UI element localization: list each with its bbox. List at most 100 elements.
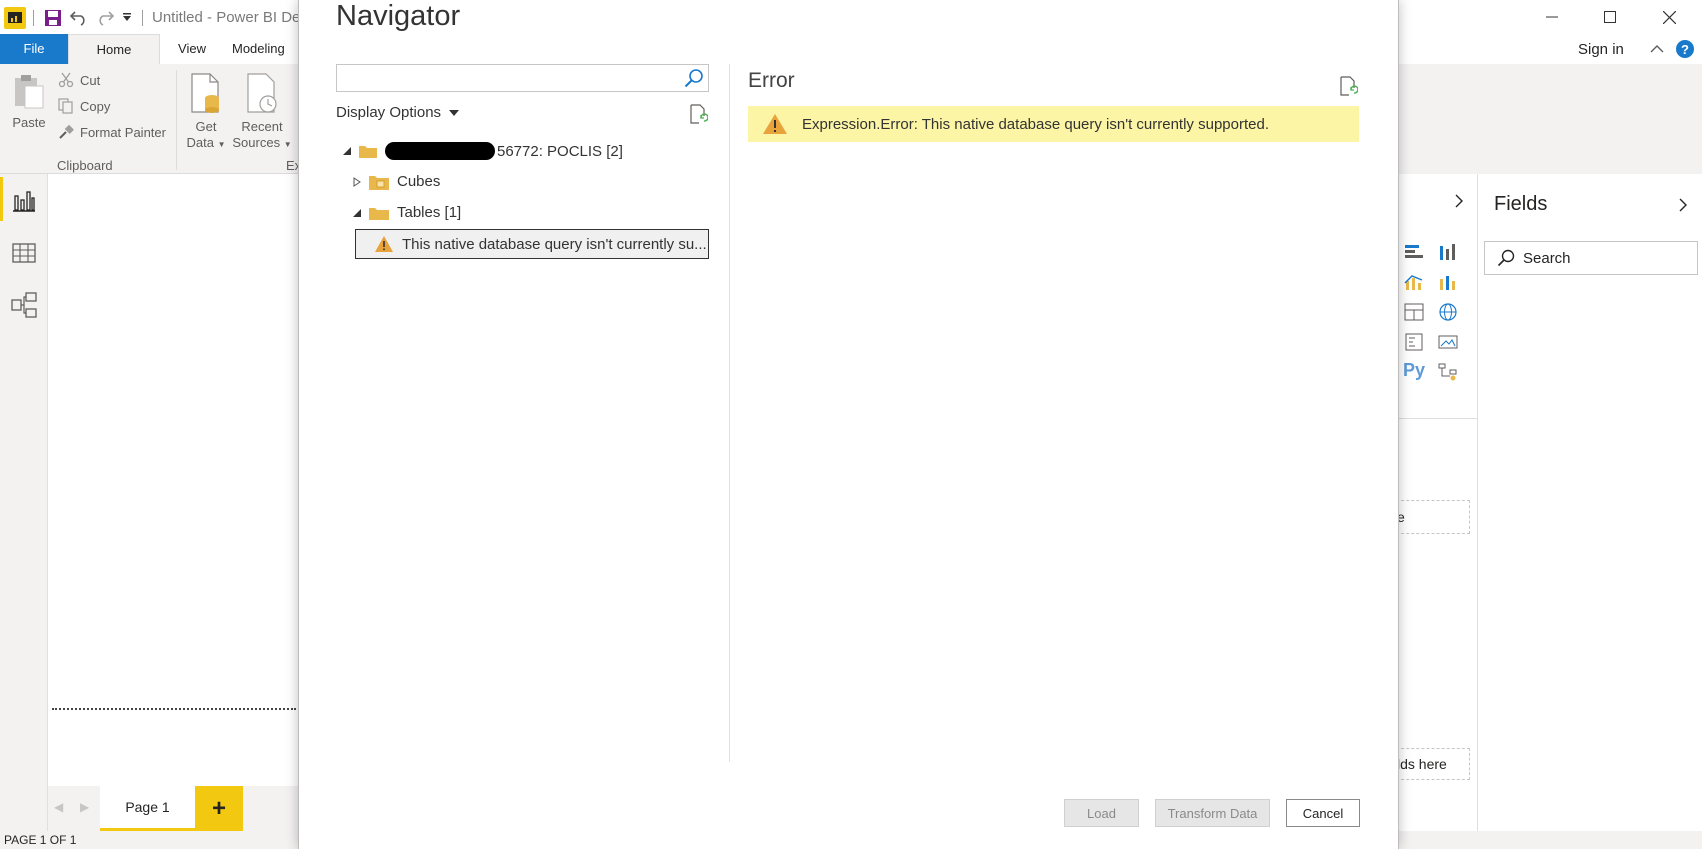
cancel-button[interactable]: Cancel [1286, 799, 1360, 827]
cut-button[interactable]: Cut [58, 72, 100, 88]
tree-root-node[interactable]: 56772: POCLIS [2] [343, 142, 623, 160]
refresh-preview-icon[interactable] [1340, 76, 1359, 99]
tab-file[interactable]: File [0, 34, 68, 64]
window-title: Untitled - Power BI De [152, 9, 301, 26]
sign-in-link[interactable]: Sign in [1578, 41, 1624, 58]
tree-selected-label: This native database query isn't current… [402, 235, 707, 253]
get-data-label-2: Data ▼ [186, 135, 226, 150]
tree-tables-label: Tables [1] [397, 204, 462, 221]
tab-view[interactable]: View [170, 34, 214, 64]
tree-selected-item[interactable]: This native database query isn't current… [355, 229, 709, 259]
model-icon [11, 292, 37, 318]
format-painter-button[interactable]: Format Painter [58, 124, 166, 140]
decomposition-tree-icon[interactable] [1437, 362, 1459, 382]
load-button[interactable]: Load [1064, 799, 1139, 827]
save-icon[interactable] [44, 9, 62, 27]
separator [33, 10, 34, 26]
visualizations-pane: Py e lds here [1396, 174, 1478, 831]
fields-pane-title: Fields [1494, 193, 1548, 215]
get-data-button[interactable]: Get Data ▼ [186, 72, 226, 153]
tab-modeling[interactable]: Modeling [232, 34, 302, 64]
dropdown-caret-icon: ▼ [217, 140, 226, 149]
maximize-icon [1604, 11, 1616, 23]
values-drop-zone[interactable]: e [1396, 500, 1470, 534]
minimize-button[interactable] [1523, 0, 1581, 34]
warning-icon [375, 236, 393, 252]
treemap-icon[interactable] [1403, 302, 1425, 322]
scissors-icon [58, 72, 74, 88]
expanded-caret-icon [343, 147, 351, 155]
collapsed-caret-icon [353, 176, 361, 187]
copy-button[interactable]: Copy [58, 98, 110, 114]
customize-toolbar-icon[interactable] [122, 12, 132, 22]
redacted-server-name [385, 142, 495, 160]
globe-map-icon[interactable] [1437, 302, 1459, 322]
model-view-button[interactable] [0, 280, 48, 330]
tree-cubes-label: Cubes [397, 173, 441, 190]
recent-sources-button[interactable]: Recent Sources ▼ [232, 72, 292, 153]
fields-search-placeholder: Search [1523, 249, 1571, 267]
redo-icon[interactable] [95, 8, 115, 26]
collapse-ribbon-icon[interactable] [1650, 42, 1664, 57]
display-options-dropdown[interactable]: Display Options [336, 104, 460, 121]
clipboard-icon [15, 75, 44, 109]
transform-data-button[interactable]: Transform Data [1155, 799, 1270, 827]
fields-search-input[interactable]: Search [1484, 241, 1698, 275]
undo-icon[interactable] [69, 8, 89, 26]
group-divider [176, 70, 177, 170]
image-visual-icon[interactable] [1437, 332, 1459, 352]
error-message: Expression.Error: This native database q… [802, 115, 1269, 133]
add-page-button[interactable]: + [195, 786, 243, 831]
dialog-title: Navigator [336, 0, 461, 32]
page-boundary [52, 708, 296, 710]
pane-divider [1398, 418, 1478, 419]
page-tab-1[interactable]: Page 1 [100, 786, 195, 831]
folder-icon [359, 146, 377, 158]
tab-home[interactable]: Home [68, 34, 160, 64]
tree-node-tables[interactable]: Tables [1] [353, 204, 461, 221]
drop-zone-label: lds here [1397, 756, 1447, 772]
cut-label: Cut [80, 72, 101, 88]
stacked-column-chart-icon[interactable] [1437, 242, 1459, 262]
report-canvas[interactable] [48, 174, 298, 786]
chevron-down-icon [449, 109, 460, 116]
collapse-fields-icon[interactable] [1678, 198, 1688, 215]
minimize-icon [1546, 16, 1558, 18]
recent-sources-icon [247, 73, 277, 113]
tree-node-cubes[interactable]: Cubes [353, 173, 440, 190]
report-view-button[interactable] [0, 176, 48, 226]
paste-button[interactable]: Paste [10, 72, 48, 131]
search-icon [1497, 249, 1515, 267]
warning-icon [763, 114, 787, 134]
recent-sources-label-1: Recent [241, 119, 283, 134]
multi-row-card-icon[interactable] [1403, 332, 1425, 352]
pane-divider [729, 64, 730, 762]
paste-label: Paste [12, 115, 46, 130]
collapse-visualizations-icon[interactable] [1454, 194, 1464, 211]
close-button[interactable] [1640, 0, 1698, 34]
ribbon-chart-icon[interactable] [1437, 272, 1459, 292]
paintbrush-icon [59, 124, 74, 139]
close-icon [1662, 10, 1676, 24]
format-painter-label: Format Painter [80, 124, 166, 140]
help-icon[interactable]: ? [1676, 40, 1694, 58]
data-view-button[interactable] [0, 228, 48, 278]
separator [142, 10, 143, 26]
refresh-icon[interactable] [690, 104, 709, 127]
line-and-column-chart-icon[interactable] [1403, 272, 1425, 292]
navigator-search-input[interactable] [336, 64, 709, 92]
copy-icon [58, 98, 73, 114]
navigator-dialog: Navigator Display Options 56772: POCLIS … [298, 0, 1399, 849]
cube-folder-icon [369, 175, 389, 190]
next-page-icon[interactable]: ▶ [80, 800, 89, 814]
bar-chart-icon [13, 191, 35, 212]
preview-error-title: Error [748, 69, 795, 92]
drillthrough-drop-zone[interactable]: lds here [1396, 748, 1470, 780]
search-icon[interactable] [684, 68, 704, 91]
table-icon [12, 243, 36, 263]
expanded-caret-icon [353, 208, 361, 217]
maximize-button[interactable] [1581, 0, 1639, 34]
prev-page-icon[interactable]: ◀ [54, 800, 63, 814]
stacked-bar-chart-icon[interactable] [1403, 242, 1425, 262]
python-visual-icon[interactable]: Py [1403, 360, 1425, 380]
